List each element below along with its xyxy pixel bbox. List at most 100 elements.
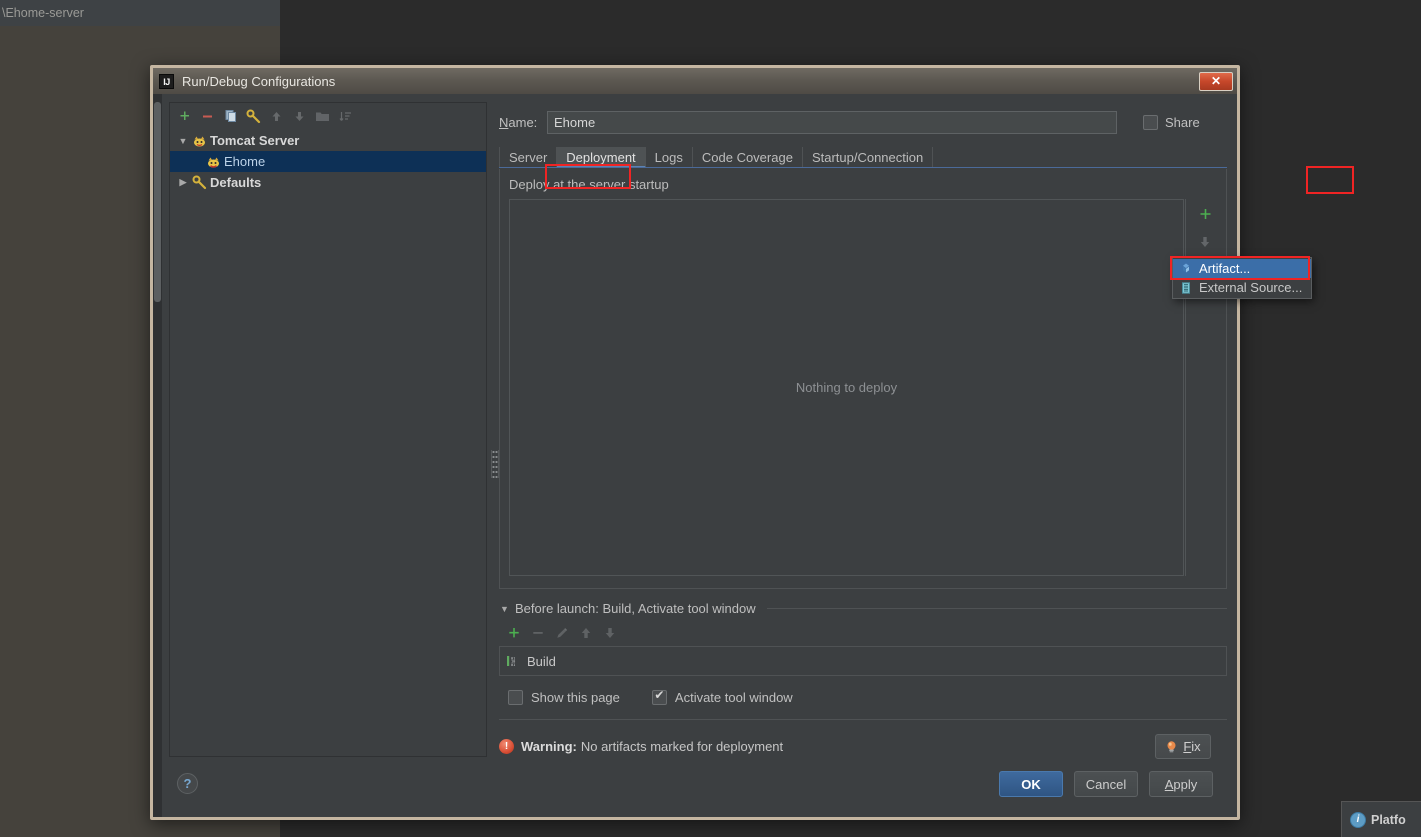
- before-launch-options: Show this page Activate tool window: [499, 688, 1227, 705]
- tree-node-label: Ehome: [224, 154, 266, 169]
- run-debug-configurations-dialog: IJ Run/Debug Configurations ✕ ▼ Tomcat S…: [150, 65, 1354, 820]
- warning-label: Warning:: [521, 739, 577, 754]
- show-this-page-checkbox[interactable]: [508, 690, 523, 705]
- edit-templates-button[interactable]: [243, 106, 264, 127]
- dialog-titlebar[interactable]: IJ Run/Debug Configurations ✕: [153, 68, 1237, 94]
- task-label: Build: [527, 653, 556, 669]
- activate-tool-window-checkbox[interactable]: [651, 688, 667, 705]
- before-launch-task-list[interactable]: 01 10 01 Build: [499, 646, 1227, 676]
- name-input[interactable]: [547, 110, 1117, 134]
- before-launch-header[interactable]: ▼ Before launch: Build, Activate tool wi…: [499, 601, 1227, 616]
- configurations-tree[interactable]: ▼ Tomcat Server Ehome ▶ Defaults: [170, 130, 486, 756]
- tree-node-label: Defaults: [210, 175, 262, 190]
- remove-task-button[interactable]: [527, 623, 548, 644]
- add-configuration-button[interactable]: [174, 106, 195, 127]
- before-launch-section: ▼ Before launch: Build, Activate tool wi…: [499, 601, 1227, 720]
- tree-node-ehome[interactable]: Ehome: [170, 151, 486, 172]
- configuration-tabs: Server Deployment Logs Code Coverage Sta…: [499, 146, 1227, 168]
- tab-startup-connection[interactable]: Startup/Connection: [803, 147, 934, 168]
- add-task-button[interactable]: [503, 623, 524, 644]
- tomcat-icon: [190, 134, 208, 148]
- before-launch-toolbar: [499, 620, 1227, 646]
- splitter-grip[interactable]: [491, 450, 499, 478]
- before-launch-title: Before launch: Build, Activate tool wind…: [515, 601, 756, 616]
- share-checkbox[interactable]: [1143, 114, 1158, 130]
- status-notification[interactable]: i Platfo: [1341, 801, 1421, 837]
- menu-item-external-source[interactable]: External Source...: [1173, 278, 1311, 297]
- info-icon: i: [1350, 811, 1366, 828]
- configurations-tree-pane: ▼ Tomcat Server Ehome ▶ Defaults: [169, 102, 487, 757]
- add-deployment-button[interactable]: [1192, 201, 1218, 227]
- move-task-up-button[interactable]: [575, 623, 596, 644]
- activate-tool-window-label: Activate tool window: [674, 690, 793, 705]
- configurations-toolbar: [170, 103, 486, 129]
- wrench-icon: [190, 175, 208, 190]
- share-label: Share: [1165, 114, 1200, 130]
- apply-button[interactable]: Apply: [1149, 771, 1213, 797]
- dialog-scrollbar-thumb[interactable]: [154, 102, 161, 302]
- warning-icon: !: [499, 739, 514, 754]
- section-divider: [499, 719, 1227, 720]
- move-up-button[interactable]: [266, 106, 287, 127]
- tree-node-defaults[interactable]: ▶ Defaults: [170, 172, 486, 193]
- collapse-arrow-icon[interactable]: ▼: [499, 604, 510, 614]
- close-button[interactable]: ✕: [1199, 71, 1233, 91]
- tab-logs[interactable]: Logs: [646, 147, 693, 168]
- external-source-icon: [1179, 281, 1193, 295]
- warning-row: ! Warning: No artifacts marked for deplo…: [499, 734, 1227, 759]
- edit-task-button[interactable]: [551, 623, 572, 644]
- menu-item-label: External Source...: [1199, 280, 1303, 295]
- task-row-build[interactable]: 01 10 01 Build: [500, 650, 1226, 672]
- dialog-buttons: OK Cancel Apply: [999, 771, 1213, 797]
- artifact-icon: [1179, 262, 1193, 276]
- copy-configuration-button[interactable]: [220, 106, 241, 127]
- deployment-add-popup-menu: Artifact... External Source...: [1170, 256, 1312, 299]
- dialog-footer: ? OK Cancel Apply: [153, 761, 1237, 817]
- pane-splitter[interactable]: [489, 102, 499, 757]
- collapse-arrow-icon[interactable]: ▶: [176, 177, 190, 188]
- deployment-panel: Deploy at the server startup Nothing to …: [499, 166, 1354, 589]
- ok-button[interactable]: OK: [999, 771, 1063, 797]
- tab-server[interactable]: Server: [499, 147, 558, 168]
- deployment-toolbar: [1188, 199, 1222, 576]
- lightbulb-icon: [1165, 740, 1178, 754]
- tomcat-icon: [204, 155, 222, 169]
- fix-button[interactable]: Fix: [1155, 734, 1211, 759]
- editor-tab[interactable]: \Ehome-server: [0, 0, 280, 26]
- dialog-title: Run/Debug Configurations: [182, 73, 336, 89]
- build-icon: 01 10 01: [506, 654, 520, 668]
- tree-node-label: Tomcat Server: [210, 133, 300, 148]
- svg-text:01: 01: [511, 663, 515, 667]
- warning-text: No artifacts marked for deployment: [580, 739, 784, 754]
- deployment-empty-text: Nothing to deploy: [795, 380, 898, 395]
- name-row: Name: Share: [499, 108, 1227, 136]
- remove-configuration-button[interactable]: [197, 106, 218, 127]
- intellij-logo-icon: IJ: [159, 73, 174, 89]
- tab-code-coverage[interactable]: Code Coverage: [693, 147, 803, 168]
- move-down-button[interactable]: [289, 106, 310, 127]
- configuration-editor-pane: Name: Share Server Deployment Logs Code …: [499, 102, 1354, 817]
- expand-arrow-icon[interactable]: ▼: [176, 136, 190, 146]
- menu-item-artifact[interactable]: Artifact...: [1173, 259, 1311, 278]
- dialog-body: ▼ Tomcat Server Ehome ▶ Defaults Name: E…: [153, 94, 1354, 817]
- help-button[interactable]: ?: [177, 773, 198, 794]
- move-down-button[interactable]: [1192, 229, 1218, 255]
- sort-icon[interactable]: [335, 106, 356, 127]
- tree-node-tomcat-server[interactable]: ▼ Tomcat Server: [170, 130, 486, 151]
- dialog-scrollbar-track[interactable]: [153, 94, 162, 817]
- header-divider: [766, 608, 1227, 609]
- status-notification-label: Platfo: [1371, 812, 1406, 827]
- share-checkbox-group[interactable]: Share: [1117, 114, 1227, 130]
- folder-icon[interactable]: [312, 106, 333, 127]
- tabs-underline: [499, 167, 1227, 168]
- show-this-page-label: Show this page: [531, 690, 620, 705]
- deployment-section-title: Deploy at the server startup: [509, 177, 669, 192]
- fix-button-label: Fix: [1183, 739, 1201, 754]
- cancel-button[interactable]: Cancel: [1074, 771, 1138, 797]
- move-task-down-button[interactable]: [599, 623, 620, 644]
- deployment-toolbar-divider: [1185, 199, 1186, 576]
- menu-item-label: Artifact...: [1199, 261, 1251, 276]
- deployment-list[interactable]: Nothing to deploy: [509, 199, 1184, 576]
- name-label: Name:: [499, 114, 538, 130]
- tab-deployment[interactable]: Deployment: [557, 147, 646, 168]
